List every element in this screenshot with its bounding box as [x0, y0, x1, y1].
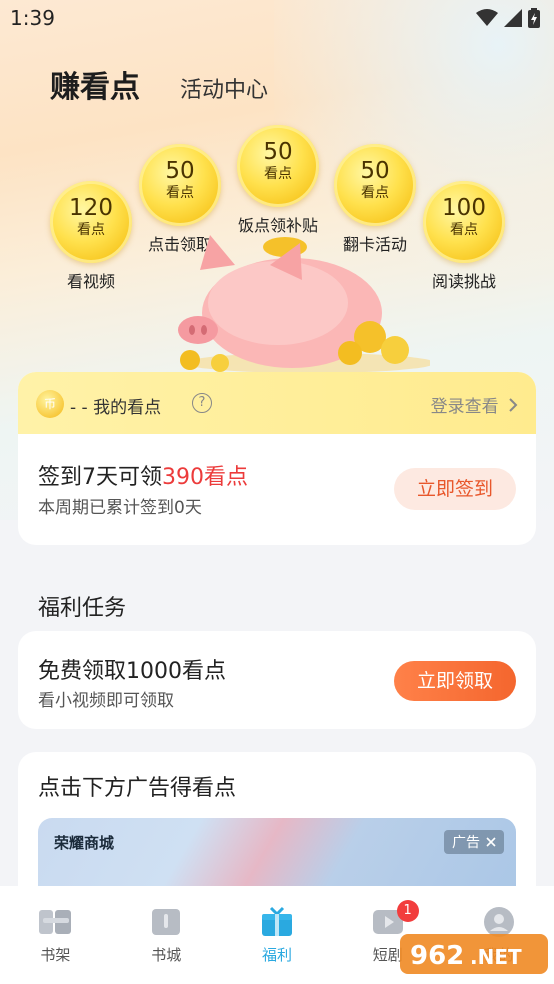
coin-unit: 看点 [264, 166, 292, 182]
svg-text:.NET: .NET [470, 945, 522, 969]
nav-item-welfare[interactable]: 福利 [222, 886, 333, 984]
task-card: 免费领取1000看点 看小视频即可领取 立即领取 [18, 631, 536, 729]
bookshelf-icon [39, 910, 72, 934]
claim-button[interactable]: 立即领取 [394, 661, 516, 701]
bookstore-icon [152, 909, 181, 935]
coin-reading-challenge[interactable]: 100 看点 [423, 181, 505, 263]
coin-value: 120 [69, 195, 113, 221]
wifi-icon [476, 9, 498, 26]
status-icons [476, 8, 540, 28]
coin-unit: 看点 [166, 185, 194, 201]
chevron-right-icon [509, 398, 518, 412]
nav-item-bookshelf[interactable]: 书架 [0, 886, 111, 984]
coin-unit: 看点 [450, 222, 478, 238]
coin-watch-video[interactable]: 120 看点 [50, 181, 132, 263]
login-view-link[interactable]: 登录查看 [431, 392, 518, 417]
signin-prefix: 签到7天可领 [38, 465, 162, 490]
help-icon[interactable]: ? [192, 393, 212, 413]
points-card: 币 - - 我的看点 ? 登录查看 签到7天可领390看点 本周期已累计签到0天… [18, 372, 536, 545]
svg-text:962: 962 [410, 941, 464, 971]
signin-highlight: 390看点 [162, 465, 248, 490]
tab-activity-center[interactable]: 活动中心 [180, 72, 268, 104]
coin-value: 50 [165, 158, 195, 184]
coin-flip-card[interactable]: 50 看点 [334, 144, 416, 226]
my-points-label: - - 我的看点 [70, 398, 162, 418]
signin-button[interactable]: 立即签到 [394, 468, 516, 510]
battery-icon [528, 8, 540, 28]
signin-title: 签到7天可领390看点 [38, 459, 248, 491]
signin-progress: 本周期已累计签到0天 [38, 498, 202, 518]
nav-label: 书城 [151, 946, 182, 964]
task-title: 免费领取1000看点 [38, 659, 226, 684]
status-time: 1:39 [10, 6, 55, 30]
coin-label[interactable]: 看视频 [41, 268, 141, 292]
points-header: 币 - - 我的看点 ? 登录查看 [18, 372, 536, 434]
status-bar: 1:39 [0, 0, 554, 38]
task-subtitle: 看小视频即可领取 [38, 691, 174, 711]
watermark-logo: 962 .NET [400, 934, 548, 974]
nav-item-bookstore[interactable]: 书城 [111, 886, 222, 984]
page-title: 赚看点 [50, 70, 140, 105]
nav-label: 福利 [261, 946, 292, 964]
coin-unit: 看点 [77, 222, 105, 238]
coin-meal-subsidy[interactable]: 50 看点 [237, 125, 319, 207]
section-title-welfare: 福利任务 [38, 596, 127, 621]
piggy-bank-illustration [178, 235, 430, 373]
ad-badge[interactable]: 广告 [444, 830, 504, 854]
ad-brand: 荣耀商城 [54, 834, 115, 852]
coin-value: 50 [263, 139, 293, 165]
coin-click-claim[interactable]: 50 看点 [139, 144, 221, 226]
coin-icon: 币 [36, 390, 64, 418]
signal-icon [504, 9, 522, 27]
coin-unit: 看点 [361, 185, 389, 201]
ad-title: 点击下方广告得看点 [38, 776, 237, 801]
coin-value: 50 [360, 158, 390, 184]
login-view-label: 登录查看 [430, 397, 499, 417]
ad-badge-label: 广告 [452, 835, 480, 851]
coin-value: 100 [442, 195, 486, 221]
nav-label: 书架 [40, 946, 71, 964]
gift-icon [261, 906, 292, 936]
notification-badge: 1 [396, 900, 419, 922]
close-icon[interactable] [486, 837, 496, 847]
